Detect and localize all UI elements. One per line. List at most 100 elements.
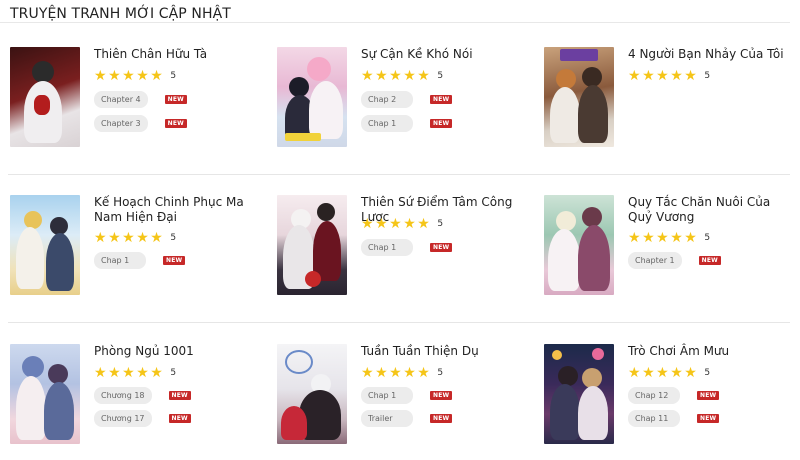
- comic-title[interactable]: 4 Người Bạn Nhảy Của Tôi: [628, 47, 798, 62]
- comic-card[interactable]: Sự Cận Kề Khó Nói ★ ★ ★ ★ ★ 5 Chap 2 NEW Cha…: [277, 47, 532, 167]
- star-icon: ★: [389, 365, 402, 381]
- star-icon: ★: [108, 68, 121, 84]
- chapter-row: Chap 12 NEW: [628, 387, 720, 404]
- comic-card[interactable]: Tuần Tuần Thiện Dụ ★ ★ ★ ★ ★ 5 Chap 1 NEW Tr…: [277, 344, 532, 460]
- star-icon: ★: [642, 230, 655, 246]
- comic-title[interactable]: Sự Cận Kề Khó Nói: [361, 47, 531, 62]
- star-rating: ★ ★ ★ ★ ★ 5: [361, 217, 443, 231]
- rating-value: 5: [437, 71, 444, 81]
- star-icon: ★: [389, 216, 402, 232]
- chapter-row: Chương 18 NEW: [94, 387, 191, 404]
- star-icon: ★: [403, 68, 416, 84]
- comic-card[interactable]: Trò Chơi Âm Mưu ★ ★ ★ ★ ★ 5 Chap 12 NEW Chap…: [544, 344, 799, 460]
- comic-cover[interactable]: [544, 195, 614, 295]
- comic-title[interactable]: Tuần Tuần Thiện Dụ: [361, 344, 531, 359]
- comic-title[interactable]: Quy Tắc Chăn Nuôi Của Quỷ Vương: [628, 195, 798, 225]
- chapter-button[interactable]: Chapter 4: [94, 91, 148, 108]
- star-icon: ★: [150, 230, 163, 246]
- star-icon: ★: [403, 365, 416, 381]
- star-icon: ★: [684, 365, 697, 381]
- comic-title[interactable]: Kế Hoạch Chinh Phục Ma Nam Hiện Đại: [94, 195, 264, 225]
- new-badge: NEW: [698, 256, 721, 265]
- star-rating: ★ ★ ★ ★ ★ 5: [361, 69, 443, 83]
- chapter-row: Chap 1 NEW: [94, 252, 186, 269]
- star-icon: ★: [628, 68, 641, 84]
- comic-cover[interactable]: [10, 195, 80, 295]
- comic-card[interactable]: Thiên Sứ Điểm Tâm Công Lược ★ ★ ★ ★ ★ 5 Chap…: [277, 195, 532, 315]
- comic-title[interactable]: Phòng Ngủ 1001: [94, 344, 264, 359]
- star-icon: ★: [642, 365, 655, 381]
- chapter-button[interactable]: Chương 17: [94, 410, 152, 427]
- star-icon: ★: [94, 68, 107, 84]
- chapter-button[interactable]: Chương 18: [94, 387, 152, 404]
- chapter-button[interactable]: Chap 12: [628, 387, 680, 404]
- star-icon: ★: [417, 365, 430, 381]
- chapter-button[interactable]: Chap 1: [361, 239, 413, 256]
- chapter-row: Chap 1 NEW: [361, 239, 453, 256]
- comic-title[interactable]: Thiên Chân Hữu Tà: [94, 47, 264, 62]
- comic-cover[interactable]: [544, 344, 614, 444]
- rating-value: 5: [704, 233, 711, 243]
- rating-value: 5: [704, 368, 711, 378]
- star-rating: ★ ★ ★ ★ ★ 5: [361, 366, 443, 380]
- star-rating: ★ ★ ★ ★ ★ 5: [628, 231, 710, 245]
- star-icon: ★: [684, 68, 697, 84]
- star-icon: ★: [684, 230, 697, 246]
- new-badge: NEW: [697, 391, 720, 400]
- star-rating: ★ ★ ★ ★ ★ 5: [94, 69, 176, 83]
- row-divider: [8, 174, 790, 175]
- comic-card[interactable]: 4 Người Bạn Nhảy Của Tôi ★ ★ ★ ★ ★ 5: [544, 47, 799, 167]
- chapter-row: Chapter 1 NEW: [628, 252, 721, 269]
- comic-card[interactable]: Kế Hoạch Chinh Phục Ma Nam Hiện Đại ★ ★ ★ ★…: [10, 195, 265, 315]
- row-divider: [8, 322, 790, 323]
- star-icon: ★: [375, 365, 388, 381]
- chapter-row: Chapter 4 NEW: [94, 91, 187, 108]
- chapter-button[interactable]: Trailer: [361, 410, 413, 427]
- rating-value: 5: [170, 368, 177, 378]
- star-icon: ★: [656, 230, 669, 246]
- star-icon: ★: [361, 216, 374, 232]
- star-icon: ★: [136, 230, 149, 246]
- chapter-row: Chap 2 NEW: [361, 91, 453, 108]
- comic-card[interactable]: Quy Tắc Chăn Nuôi Của Quỷ Vương ★ ★ ★ ★ ★ 5 …: [544, 195, 799, 315]
- star-icon: ★: [361, 68, 374, 84]
- star-icon: ★: [389, 68, 402, 84]
- star-icon: ★: [642, 68, 655, 84]
- star-icon: ★: [94, 365, 107, 381]
- new-badge: NEW: [430, 119, 453, 128]
- chapter-button[interactable]: Chap 2: [361, 91, 413, 108]
- chapter-button[interactable]: Chap 1: [361, 115, 413, 132]
- star-icon: ★: [361, 365, 374, 381]
- rating-value: 5: [437, 368, 444, 378]
- chapter-button[interactable]: Chap 11: [628, 410, 680, 427]
- comic-cover[interactable]: [10, 47, 80, 147]
- chapter-row: Chương 17 NEW: [94, 410, 191, 427]
- chapter-row: Trailer NEW: [361, 410, 453, 427]
- star-icon: ★: [403, 216, 416, 232]
- new-badge: NEW: [163, 256, 186, 265]
- comic-cover[interactable]: [544, 47, 614, 147]
- rating-value: 5: [704, 71, 711, 81]
- star-rating: ★ ★ ★ ★ ★ 5: [94, 366, 176, 380]
- comic-cover[interactable]: [277, 195, 347, 295]
- new-badge: NEW: [164, 119, 187, 128]
- star-icon: ★: [108, 230, 121, 246]
- star-rating: ★ ★ ★ ★ ★ 5: [628, 69, 710, 83]
- comic-cover[interactable]: [10, 344, 80, 444]
- comic-card[interactable]: Phòng Ngủ 1001 ★ ★ ★ ★ ★ 5 Chương 18 NEW Chư…: [10, 344, 265, 460]
- comic-cover[interactable]: [277, 47, 347, 147]
- star-icon: ★: [122, 230, 135, 246]
- chapter-button[interactable]: Chapter 3: [94, 115, 148, 132]
- chapter-button[interactable]: Chap 1: [361, 387, 413, 404]
- chapter-button[interactable]: Chapter 1: [628, 252, 682, 269]
- star-icon: ★: [108, 365, 121, 381]
- star-icon: ★: [122, 68, 135, 84]
- star-icon: ★: [375, 216, 388, 232]
- comic-cover[interactable]: [277, 344, 347, 444]
- comic-card[interactable]: Thiên Chân Hữu Tà ★ ★ ★ ★ ★ 5 Chapter 4 NEW …: [10, 47, 265, 167]
- comic-title[interactable]: Trò Chơi Âm Mưu: [628, 344, 798, 359]
- title-divider: [0, 22, 790, 23]
- chapter-button[interactable]: Chap 1: [94, 252, 146, 269]
- new-badge: NEW: [430, 391, 453, 400]
- new-badge: NEW: [430, 95, 453, 104]
